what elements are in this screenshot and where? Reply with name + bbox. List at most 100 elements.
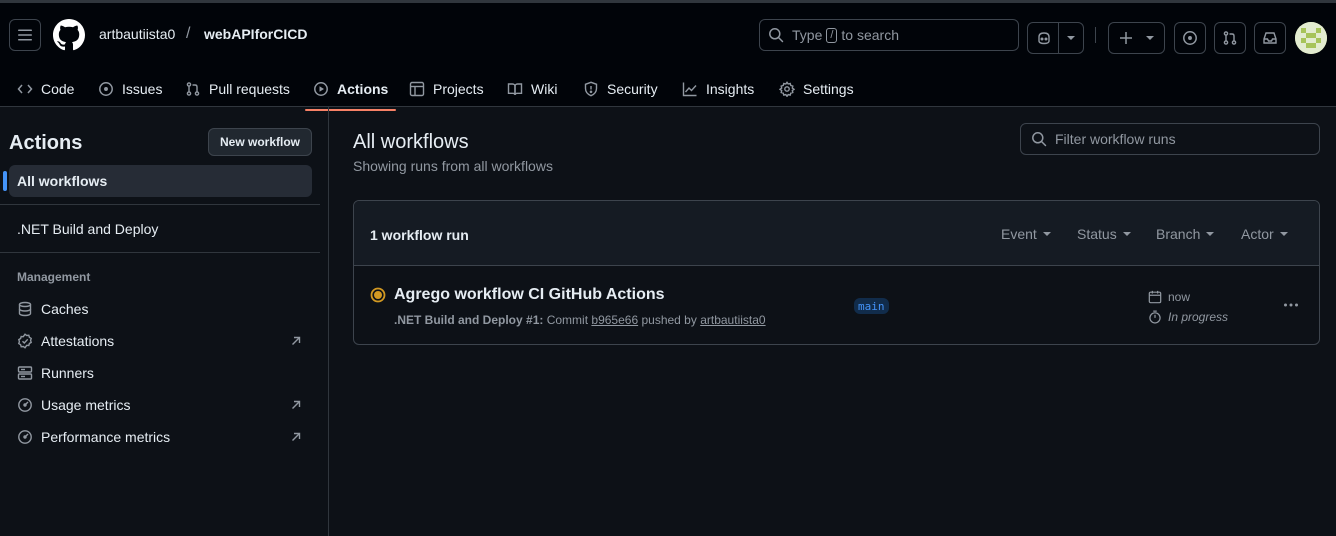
sidebar-item-attestations[interactable]: Attestations — [17, 325, 312, 357]
tab-insights[interactable]: Insights — [674, 67, 762, 110]
run-title-link[interactable]: Agrego workflow CI GitHub Actions — [394, 286, 665, 304]
tab-insights-label: Insights — [706, 80, 755, 97]
hamburger-icon — [18, 29, 32, 41]
tab-code[interactable]: Code — [9, 67, 82, 110]
tab-projects[interactable]: Projects — [401, 67, 492, 110]
filter-actor-dropdown[interactable]: Actor — [1241, 226, 1288, 242]
search-icon — [769, 28, 784, 43]
tab-issues[interactable]: Issues — [90, 67, 170, 110]
sidebar-item-label: Usage metrics — [41, 397, 131, 413]
copilot-icon — [1038, 32, 1050, 45]
tab-actions[interactable]: Actions — [305, 67, 397, 111]
branch-label[interactable]: main — [854, 298, 889, 314]
menu-button[interactable] — [9, 19, 41, 51]
filter-placeholder: Filter workflow runs — [1055, 131, 1176, 147]
sidebar-item-performance-metrics[interactable]: Performance metrics — [17, 421, 312, 453]
copilot-button[interactable] — [1027, 22, 1084, 54]
meter-icon — [18, 430, 32, 444]
git-pull-request-icon — [1223, 31, 1237, 45]
management-heading: Management — [17, 270, 91, 284]
sidebar-divider — [0, 252, 320, 253]
tab-security[interactable]: Security — [575, 67, 666, 110]
search-shortcut-key: / — [826, 27, 838, 43]
run-status-label: In progress — [1168, 310, 1229, 324]
run-options-button[interactable] — [1275, 293, 1307, 317]
filter-actor-label: Actor — [1241, 226, 1274, 242]
server-icon — [17, 366, 33, 380]
sidebar-title: Actions — [9, 132, 83, 154]
chevron-down-icon — [1122, 232, 1131, 236]
repo-tabs: Code Issues Pull requests Actions Projec… — [0, 67, 1336, 111]
chevron-down-icon — [1067, 36, 1075, 40]
runs-list-header: 1 workflow run Event Status Branch Actor — [354, 201, 1319, 266]
run-workflow-name: .NET Build and Deploy — [394, 313, 523, 327]
tab-code-label: Code — [41, 80, 75, 97]
app-header: artbautiista0 / webAPIforCICD Type / to … — [0, 0, 1336, 111]
chevron-down-icon — [1042, 232, 1051, 236]
sidebar-item-label: Performance metrics — [41, 429, 171, 445]
plus-icon — [1120, 32, 1132, 44]
filter-workflow-runs-input[interactable]: Filter workflow runs — [1020, 123, 1320, 155]
chevron-down-icon — [1146, 36, 1154, 40]
book-icon — [507, 82, 523, 95]
sidebar-item-label: Caches — [41, 301, 89, 317]
git-pull-request-icon — [186, 81, 200, 96]
issue-opened-icon — [1183, 31, 1197, 45]
arrow-up-right-icon — [292, 336, 301, 345]
top-bar: artbautiista0 / webAPIforCICD Type / to … — [0, 3, 1336, 67]
runs-count: 1 workflow run — [370, 227, 469, 243]
tab-wiki-label: Wiki — [531, 80, 558, 97]
run-time-label: now — [1168, 290, 1191, 304]
workflow-run-row[interactable]: Agrego workflow CI GitHub Actions .NET B… — [354, 267, 1319, 344]
sidebar-item-usage-metrics[interactable]: Usage metrics — [17, 389, 312, 421]
kebab-horizontal-icon — [1284, 303, 1298, 307]
sidebar-divider — [0, 204, 320, 205]
sidebar-item-label: Attestations — [41, 333, 115, 349]
search-icon — [1032, 132, 1047, 147]
issues-button[interactable] — [1174, 22, 1206, 54]
database-icon — [18, 301, 32, 317]
breadcrumb-repo[interactable]: webAPIforCICD — [204, 26, 307, 42]
sidebar-item-caches[interactable]: Caches — [17, 293, 312, 325]
sidebar-item-all-workflows[interactable]: All workflows — [3, 165, 312, 197]
filter-event-label: Event — [1001, 226, 1037, 242]
commit-sha-link[interactable]: b965e66 — [591, 313, 638, 327]
filter-event-dropdown[interactable]: Event — [1001, 226, 1051, 242]
calendar-icon — [1148, 290, 1162, 304]
filter-branch-dropdown[interactable]: Branch — [1156, 226, 1215, 242]
sidebar-item-label: All workflows — [17, 173, 108, 189]
search-text-after: to search — [841, 27, 900, 43]
tab-security-label: Security — [607, 80, 658, 97]
run-status: In progress — [1148, 310, 1228, 324]
tab-actions-label: Actions — [337, 80, 389, 97]
issue-opened-icon — [99, 81, 113, 96]
inbox-icon — [1263, 32, 1277, 44]
global-search-input[interactable]: Type / to search — [759, 19, 1019, 51]
sidebar-item-runners[interactable]: Runners — [17, 357, 312, 389]
run-number: #1 — [526, 313, 540, 327]
breadcrumb-owner[interactable]: artbautiista0 — [99, 26, 175, 42]
chevron-down-icon — [1279, 232, 1288, 236]
sidebar-item-workflow[interactable]: .NET Build and Deploy — [9, 213, 312, 245]
inbox-button[interactable] — [1254, 22, 1286, 54]
create-new-button[interactable] — [1108, 22, 1165, 54]
play-icon — [314, 81, 328, 96]
code-icon — [17, 84, 33, 93]
tab-pull-requests[interactable]: Pull requests — [177, 67, 298, 110]
github-logo-icon[interactable] — [53, 19, 85, 51]
new-workflow-button[interactable]: New workflow — [208, 128, 312, 156]
pull-requests-button[interactable] — [1214, 22, 1246, 54]
meter-icon — [18, 398, 32, 412]
run-time: now — [1148, 290, 1190, 304]
table-icon — [409, 81, 425, 96]
user-avatar[interactable] — [1295, 22, 1327, 54]
run-meta: .NET Build and Deploy #1: Commit b965e66… — [394, 313, 766, 327]
filter-status-dropdown[interactable]: Status — [1077, 226, 1131, 242]
run-commit-prefix: Commit — [546, 313, 589, 327]
filter-status-label: Status — [1077, 226, 1117, 242]
tab-settings-label: Settings — [803, 80, 854, 97]
tab-wiki[interactable]: Wiki — [499, 67, 565, 110]
in-progress-status-icon — [370, 287, 386, 303]
tab-settings[interactable]: Settings — [771, 67, 862, 110]
run-author-link[interactable]: artbautiista0 — [700, 313, 765, 327]
